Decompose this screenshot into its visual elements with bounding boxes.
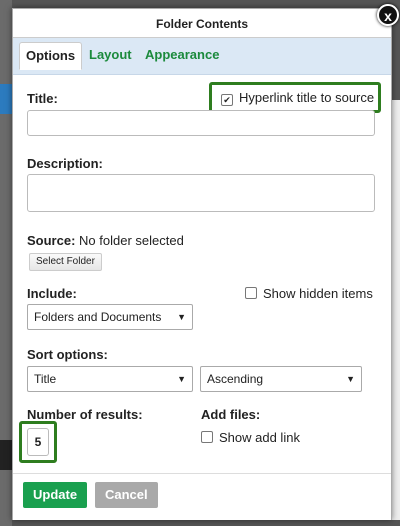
tab-bar: Options Layout Appearance (13, 38, 391, 75)
folder-contents-dialog: Folder Contents Options Layout Appearanc… (12, 8, 392, 520)
sort-field-value: Title (34, 372, 57, 386)
chevron-down-icon: ▼ (346, 374, 355, 384)
title-label: Title: (27, 91, 58, 106)
description-label: Description: (27, 156, 103, 171)
show-hidden-label: Show hidden items (263, 286, 373, 301)
add-files-label: Add files: (201, 407, 261, 422)
sort-order-value: Ascending (207, 372, 264, 386)
dialog-title: Folder Contents (13, 9, 391, 38)
cancel-button[interactable]: Cancel (95, 482, 158, 508)
title-input[interactable] (27, 110, 375, 136)
close-icon[interactable]: x (377, 4, 399, 26)
number-of-results-input[interactable]: 5 (27, 428, 49, 456)
description-textarea[interactable] (27, 174, 375, 212)
sort-order-select[interactable]: Ascending ▼ (200, 366, 362, 392)
source-label: Source: No folder selected (27, 233, 184, 248)
tab-appearance[interactable]: Appearance (139, 42, 225, 68)
source-value: No folder selected (79, 233, 184, 248)
chevron-down-icon: ▼ (177, 312, 186, 322)
dialog-footer: Update Cancel (13, 473, 391, 520)
show-hidden-row[interactable]: Show hidden items (245, 286, 373, 301)
source-label-text: Source: (27, 233, 76, 248)
sort-field-select[interactable]: Title ▼ (27, 366, 193, 392)
background-page-band (0, 84, 12, 114)
chevron-down-icon: ▼ (177, 374, 186, 384)
include-select-value: Folders and Documents (34, 310, 162, 324)
select-folder-button[interactable]: Select Folder (29, 253, 102, 271)
tab-layout[interactable]: Layout (83, 42, 138, 68)
hyperlink-checkbox[interactable]: ✔ (221, 94, 233, 106)
include-label: Include: (27, 286, 77, 301)
hyperlink-label: Hyperlink title to source (239, 90, 375, 105)
number-of-results-value: 5 (34, 435, 42, 449)
tab-options[interactable]: Options (19, 42, 83, 70)
sort-options-label: Sort options: (27, 347, 108, 362)
show-add-link-label: Show add link (219, 430, 300, 445)
background-page-band-dark (0, 440, 12, 470)
number-of-results-label: Number of results: (27, 407, 143, 422)
update-button[interactable]: Update (23, 482, 88, 508)
hyperlink-checkbox-row[interactable]: ✔ Hyperlink title to source (221, 90, 374, 106)
show-add-link-row[interactable]: Show add link (201, 430, 300, 445)
show-add-link-checkbox[interactable] (201, 431, 213, 443)
include-select[interactable]: Folders and Documents ▼ (27, 304, 193, 330)
show-hidden-checkbox[interactable] (245, 287, 257, 299)
